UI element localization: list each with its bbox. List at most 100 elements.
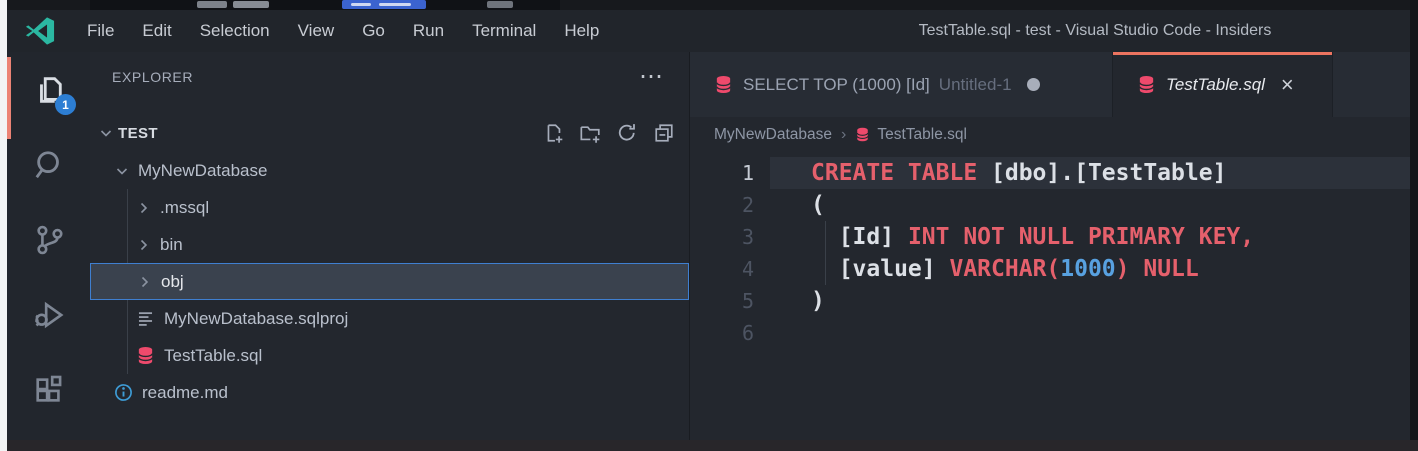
activity-extensions-button[interactable] <box>7 352 90 427</box>
token-fg: [dbo].[TestTable] <box>977 160 1226 186</box>
activity-search-button[interactable] <box>7 127 90 202</box>
new-file-button[interactable] <box>542 122 564 144</box>
menu-item-help[interactable]: Help <box>550 10 613 52</box>
breadcrumb: MyNewDatabase › TestTable.sql <box>690 117 1410 152</box>
chevron-right-icon <box>136 200 152 216</box>
explorer-actions <box>542 122 675 144</box>
database-file-icon <box>714 75 733 94</box>
vscode-window: FileEditSelectionViewGoRunTerminalHelp T… <box>7 10 1410 440</box>
explorer-badge: 1 <box>55 94 76 115</box>
token-kw: CREATE TABLE <box>811 160 977 186</box>
menu-item-edit[interactable]: Edit <box>128 10 185 52</box>
menu-item-run[interactable]: Run <box>399 10 458 52</box>
screenshot-root: FileEditSelectionViewGoRunTerminalHelp T… <box>0 0 1418 451</box>
tree-item-mynewdatabase-sqlproj[interactable]: MyNewDatabase.sqlproj <box>90 300 689 337</box>
window-title: TestTable.sql - test - Visual Studio Cod… <box>865 22 1325 40</box>
explorer-sidebar: EXPLORER ⋯ TEST <box>90 52 690 440</box>
menu-bar: FileEditSelectionViewGoRunTerminalHelp <box>73 10 613 52</box>
tree-item-obj[interactable]: obj <box>90 263 689 300</box>
tree-item-testtable-sql[interactable]: TestTable.sql <box>90 337 689 374</box>
code-line[interactable]: 4 [value] VARCHAR(1000) NULL <box>690 253 1410 285</box>
chevron-down-icon <box>114 163 130 179</box>
tree-item-mynewdatabase[interactable]: MyNewDatabase <box>90 152 689 189</box>
line-number: 1 <box>690 161 770 185</box>
tab-untitled-query[interactable]: SELECT TOP (1000) [Id] Untitled-1 <box>690 52 1113 117</box>
title-bar: FileEditSelectionViewGoRunTerminalHelp T… <box>7 10 1410 52</box>
refresh-icon[interactable] <box>616 122 638 144</box>
tree-item-label: obj <box>161 272 184 292</box>
new-folder-button[interactable] <box>579 122 601 144</box>
line-number: 4 <box>690 257 770 281</box>
search-icon <box>33 149 65 181</box>
menu-item-selection[interactable]: Selection <box>186 10 284 52</box>
tree-item-label: MyNewDatabase <box>138 161 267 181</box>
line-number: 6 <box>690 321 770 345</box>
sidebar-title: EXPLORER <box>112 69 193 85</box>
tree-item-label: readme.md <box>142 383 228 403</box>
line-number: 2 <box>690 193 770 217</box>
line-number: 3 <box>690 225 770 249</box>
tree-item-bin[interactable]: bin <box>90 226 689 263</box>
token-fg: [value] <box>811 256 949 282</box>
workspace-section-header[interactable]: TEST <box>90 114 689 152</box>
activity-source-control-button[interactable] <box>7 202 90 277</box>
collapse-folders-icon[interactable] <box>653 122 675 144</box>
code-line[interactable]: 6 <box>690 317 1410 349</box>
background-fragment <box>379 3 411 6</box>
code-line[interactable]: 3 [Id] INT NOT NULL PRIMARY KEY, <box>690 221 1410 253</box>
sqlproj-file-icon <box>136 309 155 328</box>
token-kw: ) NULL <box>1116 256 1199 282</box>
line-content[interactable]: ) <box>770 285 1410 317</box>
code-line[interactable]: 1CREATE TABLE [dbo].[TestTable] <box>690 157 1410 189</box>
background-window-strip <box>7 0 1410 10</box>
activity-run-debug-button[interactable] <box>7 277 90 352</box>
tab-title: SELECT TOP (1000) [Id] <box>743 75 930 95</box>
background-fragment <box>233 1 269 8</box>
breadcrumb-item-folder[interactable]: MyNewDatabase <box>714 126 832 144</box>
tab-description: Untitled-1 <box>939 75 1012 95</box>
tree-item--mssql[interactable]: .mssql <box>90 189 689 226</box>
tree-item-label: MyNewDatabase.sqlproj <box>164 309 348 329</box>
tree-item-label: TestTable.sql <box>164 346 262 366</box>
source-control-icon <box>33 224 65 256</box>
window-bottom-edge <box>7 440 1418 451</box>
tab-testtable-sql[interactable]: TestTable.sql × <box>1113 52 1333 117</box>
line-content[interactable]: [Id] INT NOT NULL PRIMARY KEY, <box>770 221 1410 253</box>
window-shadow-edge <box>1410 0 1418 451</box>
code-line[interactable]: 5) <box>690 285 1410 317</box>
unsaved-changes-dot[interactable] <box>1027 78 1040 91</box>
code-editor[interactable]: 1CREATE TABLE [dbo].[TestTable]2(3 [Id] … <box>690 152 1410 440</box>
chevron-right-icon <box>136 237 152 253</box>
line-content[interactable]: [value] VARCHAR(1000) NULL <box>770 253 1410 285</box>
sidebar-header: EXPLORER ⋯ <box>90 52 689 102</box>
menu-item-file[interactable]: File <box>73 10 128 52</box>
token-fg: ( <box>811 192 825 218</box>
line-content[interactable]: CREATE TABLE [dbo].[TestTable] <box>770 157 1410 189</box>
tree-item-readme-md[interactable]: readme.md <box>90 374 689 411</box>
editor-group: SELECT TOP (1000) [Id] Untitled-1 <box>690 52 1410 440</box>
page-background-edge <box>0 0 7 451</box>
menu-item-go[interactable]: Go <box>348 10 399 52</box>
editor-indent-guide <box>825 221 826 285</box>
token-fg: ) <box>811 288 825 314</box>
file-tree: MyNewDatabase .mssqlbin obj MyNewDatabase.s… <box>90 152 689 411</box>
close-icon[interactable]: × <box>1281 74 1294 96</box>
info-readme-icon <box>114 383 133 402</box>
line-content[interactable] <box>770 317 1410 349</box>
editor-tab-bar: SELECT TOP (1000) [Id] Untitled-1 <box>690 52 1410 117</box>
breadcrumb-item-file[interactable]: TestTable.sql <box>877 126 967 144</box>
activity-explorer-button[interactable]: 1 <box>7 52 90 127</box>
menu-item-terminal[interactable]: Terminal <box>458 10 550 52</box>
token-num: 1000 <box>1060 256 1115 282</box>
views-and-more-actions-button[interactable]: ⋯ <box>639 70 663 84</box>
code-line[interactable]: 2( <box>690 189 1410 221</box>
line-content[interactable]: ( <box>770 189 1410 221</box>
workspace-name: TEST <box>118 125 158 142</box>
menu-item-view[interactable]: View <box>284 10 349 52</box>
database-file-icon <box>136 346 155 365</box>
token-kw: INT NOT NULL PRIMARY KEY, <box>908 224 1254 250</box>
activity-bar: 1 <box>7 52 90 440</box>
line-number: 5 <box>690 289 770 313</box>
extensions-icon <box>33 374 65 406</box>
background-fragment <box>351 3 371 6</box>
